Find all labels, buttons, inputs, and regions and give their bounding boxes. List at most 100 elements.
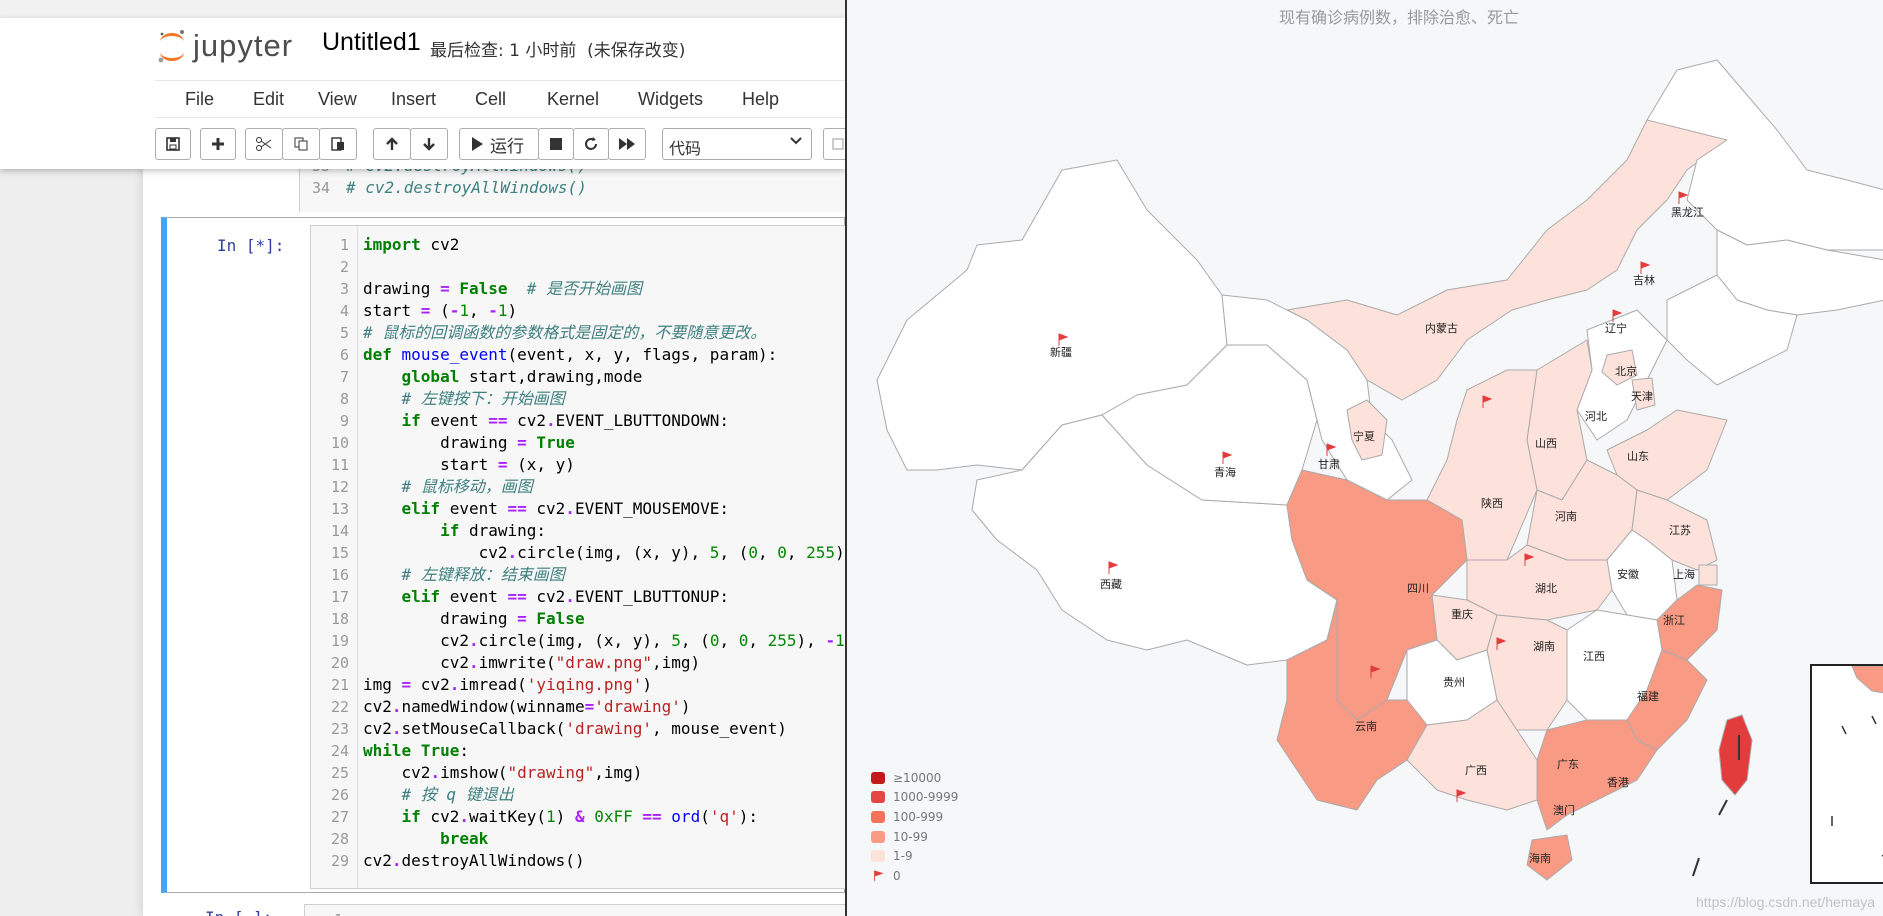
cut-button[interactable] [245, 128, 283, 160]
label-hebei: 河北 [1585, 410, 1607, 423]
label-zhejiang: 浙江 [1663, 614, 1685, 627]
line-number: 16 [330, 566, 349, 584]
logo-text: jupyter [193, 28, 294, 63]
command-palette-button[interactable] [823, 128, 845, 160]
line-number: 7 [339, 368, 349, 386]
label-ningxia: 宁夏 [1353, 429, 1375, 443]
legend-item[interactable]: 0 [871, 866, 958, 886]
cell-type-select[interactable]: 代码 [662, 128, 812, 160]
copy-button[interactable] [282, 128, 320, 160]
menu-widgets[interactable]: Widgets [638, 89, 703, 110]
paste-icon [331, 137, 344, 151]
line-number: 5 [339, 324, 349, 342]
menu-file[interactable]: File [185, 89, 214, 110]
active-code-cell[interactable]: In [*]: 1 2 3 4 5 6 7 8 9 10 11 12 13 14… [161, 217, 845, 893]
map-legend: ≥10000 1000-9999 100-999 10-99 1-9 0 [871, 768, 958, 886]
line-number: 9 [339, 412, 349, 430]
legend-item[interactable]: ≥10000 [871, 768, 958, 788]
legend-item[interactable]: 100-999 [871, 807, 958, 827]
line-number: 12 [330, 478, 349, 496]
line-number: 23 [330, 720, 349, 738]
line-number: 1 [305, 909, 343, 916]
cell-prompt: In [ ]: [205, 908, 272, 916]
insert-cell-button[interactable] [200, 128, 236, 160]
notebook-header: jupyter Untitled1 最后检查: 1 小时前 (未保存改变) Fi… [0, 18, 845, 169]
label-neimenggu: 内蒙古 [1425, 321, 1458, 335]
line-number: 20 [330, 654, 349, 672]
line-number: 1 [339, 236, 349, 254]
line-number: 8 [339, 390, 349, 408]
label-fujian: 福建 [1637, 689, 1659, 703]
arrow-up-icon [386, 137, 398, 150]
restart-run-all-button[interactable] [608, 128, 646, 160]
jupyter-logo[interactable]: jupyter [157, 26, 293, 66]
next-code-cell[interactable]: In [ ]: 1 [143, 902, 845, 916]
code-text[interactable]: import cv2 drawing = False # 是否开始画图 star… [363, 234, 845, 872]
line-number: 11 [330, 456, 349, 474]
south-sea-inset [1810, 664, 1883, 884]
label-xianggang: 香港 [1607, 776, 1629, 789]
interrupt-button[interactable] [538, 128, 574, 160]
menu-kernel[interactable]: Kernel [547, 89, 599, 110]
move-up-button[interactable] [373, 128, 411, 160]
legend-item[interactable]: 1000-9999 [871, 788, 958, 808]
next-cell-editor[interactable]: 1 [304, 904, 845, 916]
line-number: 28 [330, 830, 349, 848]
legend-label: 0 [893, 868, 901, 883]
label-hubei: 湖北 [1535, 582, 1557, 595]
legend-label: 10-99 [893, 829, 928, 844]
label-yunnan: 云南 [1355, 720, 1377, 733]
code-line: # cv2.destroyAllWindows() [346, 168, 587, 177]
line-number: 17 [330, 588, 349, 606]
line-number: 33 [292, 168, 330, 177]
previous-cell-editor[interactable]: 33 # cv2.destroyAllWindows() 34 # cv2.de… [299, 168, 845, 212]
paste-button[interactable] [319, 128, 357, 160]
label-beijing: 北京 [1615, 364, 1637, 378]
map-subtitle: 现有确诊病例数，排除治愈、死亡 [1279, 8, 1520, 27]
label-shanghai: 上海 [1673, 567, 1695, 581]
line-number: 34 [311, 179, 330, 197]
label-shanxi: 山西 [1535, 437, 1557, 450]
previous-code-cell[interactable]: 33 # cv2.destroyAllWindows() 34 # cv2.de… [143, 168, 845, 212]
restart-button[interactable] [573, 128, 609, 160]
save-button[interactable] [155, 128, 191, 160]
cell-type-value: 代码 [669, 139, 702, 158]
legend-swatch [871, 791, 885, 804]
menu-insert[interactable]: Insert [391, 89, 436, 110]
code-editor[interactable]: 1 2 3 4 5 6 7 8 9 10 11 12 13 14 15 16 1… [310, 225, 845, 889]
jupyter-window: jupyter Untitled1 最后检查: 1 小时前 (未保存改变) Fi… [0, 0, 845, 916]
line-number: 22 [330, 698, 349, 716]
label-tianjin: 天津 [1631, 390, 1653, 403]
chevron-down-icon [789, 134, 803, 152]
checkpoint-status: 最后检查: 1 小时前 (未保存改变) [430, 36, 685, 61]
menu-view[interactable]: View [318, 89, 357, 110]
jupyter-logo-icon [158, 30, 184, 63]
china-covid-map[interactable]: 新疆 西藏 青海 甘肃 宁夏 内蒙古 黑龙江 吉林 辽宁 北京 天津 河北 山西… [847, 0, 1883, 916]
legend-item[interactable]: 10-99 [871, 827, 958, 847]
arrow-down-icon [423, 138, 435, 151]
legend-label: ≥10000 [893, 770, 942, 785]
run-button[interactable]: 运行 [459, 128, 539, 160]
unsaved-text: (未保存改变) [587, 41, 686, 61]
label-shandong: 山东 [1627, 450, 1649, 463]
menu-help[interactable]: Help [742, 89, 779, 110]
code-line: # cv2.destroyAllWindows() [346, 178, 587, 197]
opencv-drawing-window[interactable]: 新疆 西藏 青海 甘肃 宁夏 内蒙古 黑龙江 吉林 辽宁 北京 天津 河北 山西… [845, 0, 1883, 916]
line-number: 18 [330, 610, 349, 628]
label-sichuan: 四川 [1407, 582, 1429, 595]
legend-item[interactable]: 1-9 [871, 846, 958, 866]
menu-edit[interactable]: Edit [253, 89, 284, 110]
province-shanghai [1698, 564, 1718, 586]
label-liaoning: 辽宁 [1605, 321, 1627, 335]
legend-label: 1000-9999 [893, 790, 959, 805]
line-number: 2 [339, 258, 349, 276]
label-hunan: 湖南 [1533, 640, 1555, 653]
legend-swatch [871, 810, 885, 823]
menu-cell[interactable]: Cell [475, 89, 506, 110]
flag-icon [1678, 191, 1689, 204]
move-down-button[interactable] [410, 128, 448, 160]
notebook-name[interactable]: Untitled1 [322, 28, 421, 57]
label-guangdong: 广东 [1557, 758, 1579, 771]
label-shaanxi: 陕西 [1481, 496, 1503, 510]
legend-swatch [871, 830, 885, 843]
